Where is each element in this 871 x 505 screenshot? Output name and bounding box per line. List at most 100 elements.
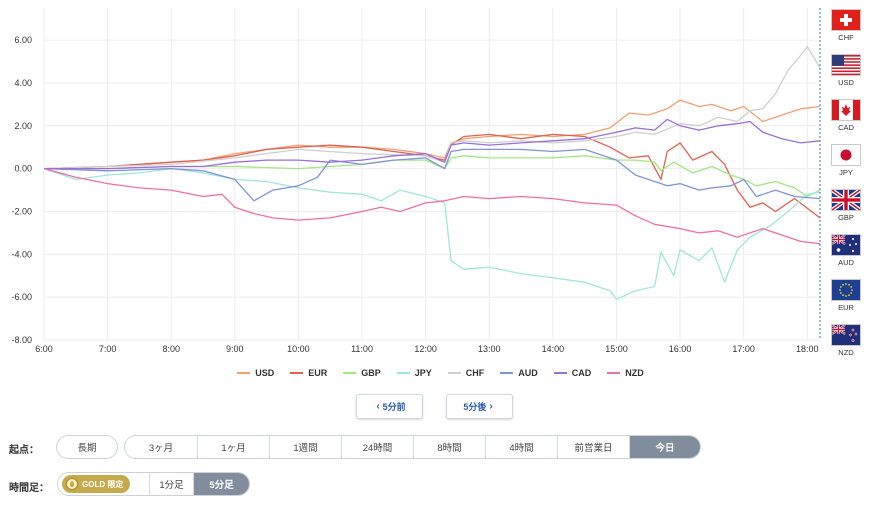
legend-item-gbp[interactable]: GBP — [343, 368, 381, 378]
x-tick-label: 13:00 — [478, 344, 501, 354]
timeframe-option-label: 5分足 — [209, 480, 234, 491]
timeframe-label: 時間足： — [9, 483, 49, 494]
flag-code: EUR — [838, 303, 854, 312]
currency-flag-list: CHF USD CAD JPY GBP AUD EUR NZD — [826, 8, 866, 368]
legend-item-jpy[interactable]: JPY — [396, 368, 432, 378]
x-tick-label: 9:00 — [226, 344, 244, 354]
timeframe-segmented-control: GOLD 限定 1分足 5分足 — [57, 472, 250, 496]
origin-option-label: 1ヶ月 — [221, 443, 246, 454]
legend-label: GBP — [361, 368, 381, 378]
x-tick-label: 10:00 — [287, 344, 310, 354]
flag-code: NZD — [838, 348, 854, 357]
x-tick-label: 7:00 — [99, 344, 117, 354]
flag-gb-icon — [831, 189, 861, 211]
origin-option-1month[interactable]: 1ヶ月 — [198, 436, 270, 458]
legend-item-usd[interactable]: USD — [237, 368, 274, 378]
y-tick-label: 4.00 — [14, 78, 32, 88]
gold-medal-icon — [66, 478, 78, 490]
chart-legend: USD EUR GBP JPY CHF AUD CAD NZD — [0, 368, 871, 378]
legend-item-chf[interactable]: CHF — [447, 368, 485, 378]
origin-option-label: 4時間 — [509, 443, 534, 454]
flag-us-icon — [831, 54, 861, 76]
flag-au-icon — [831, 234, 861, 256]
flag-nz-icon — [831, 324, 861, 346]
flag-code: JPY — [839, 168, 853, 177]
legend-swatch — [290, 372, 304, 374]
legend-swatch — [607, 372, 621, 374]
origin-label: 起点： — [9, 445, 39, 456]
legend-item-aud[interactable]: AUD — [500, 368, 538, 378]
origin-option-label: 長期 — [77, 443, 97, 454]
y-axis-labels: 6.00 4.00 2.00 0.00 -2.00 -4.00 -6.00 -8.00 — [11, 35, 32, 345]
legend-label: EUR — [308, 368, 328, 378]
timeframe-option-label: 1分足 — [159, 480, 184, 491]
origin-option-label: 1週間 — [293, 443, 318, 454]
next-5min-button[interactable]: 5分後 › — [446, 394, 513, 419]
origin-option-label: 8時間 — [437, 443, 462, 454]
timeframe-option-1min[interactable]: 1分足 — [150, 473, 194, 495]
flag-code: AUD — [838, 258, 854, 267]
chevron-left-icon: ‹ — [376, 401, 380, 412]
chart-grid — [43, 8, 820, 341]
x-tick-label: 17:00 — [732, 344, 755, 354]
timeframe-option-5min[interactable]: 5分足 — [194, 473, 249, 495]
flag-item-eur[interactable]: EUR — [826, 278, 866, 323]
origin-option-1week[interactable]: 1週間 — [270, 436, 342, 458]
legend-swatch — [553, 372, 567, 374]
y-tick-label: 0.00 — [14, 164, 32, 174]
legend-item-eur[interactable]: EUR — [290, 368, 327, 378]
legend-item-cad[interactable]: CAD — [553, 368, 591, 378]
flag-item-gbp[interactable]: GBP — [826, 188, 866, 233]
legend-label: CHF — [465, 368, 485, 378]
timeframe-gold-option[interactable]: GOLD 限定 — [58, 473, 150, 495]
x-tick-label: 18:00 — [796, 344, 819, 354]
y-tick-label: -2.00 — [11, 206, 32, 216]
legend-label: JPY — [414, 368, 432, 378]
series-line-jpy — [43, 167, 821, 300]
next-button-label: 5分後 — [463, 402, 487, 412]
origin-option-prev-business-day[interactable]: 前営業日 — [558, 436, 630, 458]
gold-badge-label: GOLD 限定 — [82, 479, 124, 489]
y-tick-label: 2.00 — [14, 121, 32, 131]
x-tick-label: 12:00 — [414, 344, 437, 354]
flag-jp-icon — [831, 144, 861, 166]
origin-option-label: 24時間 — [362, 443, 393, 454]
y-tick-label: -4.00 — [11, 249, 32, 259]
legend-swatch — [447, 372, 461, 374]
legend-swatch — [500, 372, 514, 374]
flag-ca-icon — [831, 99, 861, 121]
y-tick-label: -8.00 — [11, 335, 32, 345]
flag-item-jpy[interactable]: JPY — [826, 143, 866, 188]
legend-label: NZD — [625, 368, 644, 378]
origin-option-long-term[interactable]: 長期 — [56, 435, 118, 459]
legend-label: USD — [255, 368, 275, 378]
flag-item-nzd[interactable]: NZD — [826, 323, 866, 368]
flag-item-aud[interactable]: AUD — [826, 233, 866, 278]
flag-item-cad[interactable]: CAD — [826, 98, 866, 143]
x-tick-label: 15:00 — [605, 344, 628, 354]
origin-option-4hours[interactable]: 4時間 — [486, 436, 558, 458]
y-tick-label: -6.00 — [11, 292, 32, 302]
origin-option-label: 今日 — [655, 443, 675, 454]
origin-option-24hours[interactable]: 24時間 — [342, 436, 414, 458]
chart-series-lines — [43, 45, 821, 300]
origin-option-8hours[interactable]: 8時間 — [414, 436, 486, 458]
origin-option-3months[interactable]: 3ヶ月 — [125, 436, 198, 458]
series-line-nzd — [43, 167, 821, 245]
x-axis-labels: 6:00 7:00 8:00 9:00 10:00 11:00 12:00 13:00 14:0… — [35, 344, 818, 354]
legend-swatch — [396, 372, 410, 374]
legend-item-nzd[interactable]: NZD — [607, 368, 644, 378]
prev-5min-button[interactable]: ‹ 5分前 — [356, 394, 423, 419]
flag-code: CHF — [838, 33, 854, 42]
flag-code: GBP — [838, 213, 854, 222]
flag-code: CAD — [838, 123, 854, 132]
flag-item-chf[interactable]: CHF — [826, 8, 866, 53]
origin-option-today[interactable]: 今日 — [630, 436, 700, 458]
flag-item-usd[interactable]: USD — [826, 53, 866, 98]
origin-option-label: 3ヶ月 — [148, 443, 174, 454]
flag-eu-icon — [831, 279, 861, 301]
x-tick-label: 16:00 — [669, 344, 692, 354]
origin-option-label: 前営業日 — [574, 443, 613, 454]
x-tick-label: 11:00 — [351, 344, 373, 354]
chevron-right-icon: › — [489, 401, 493, 412]
